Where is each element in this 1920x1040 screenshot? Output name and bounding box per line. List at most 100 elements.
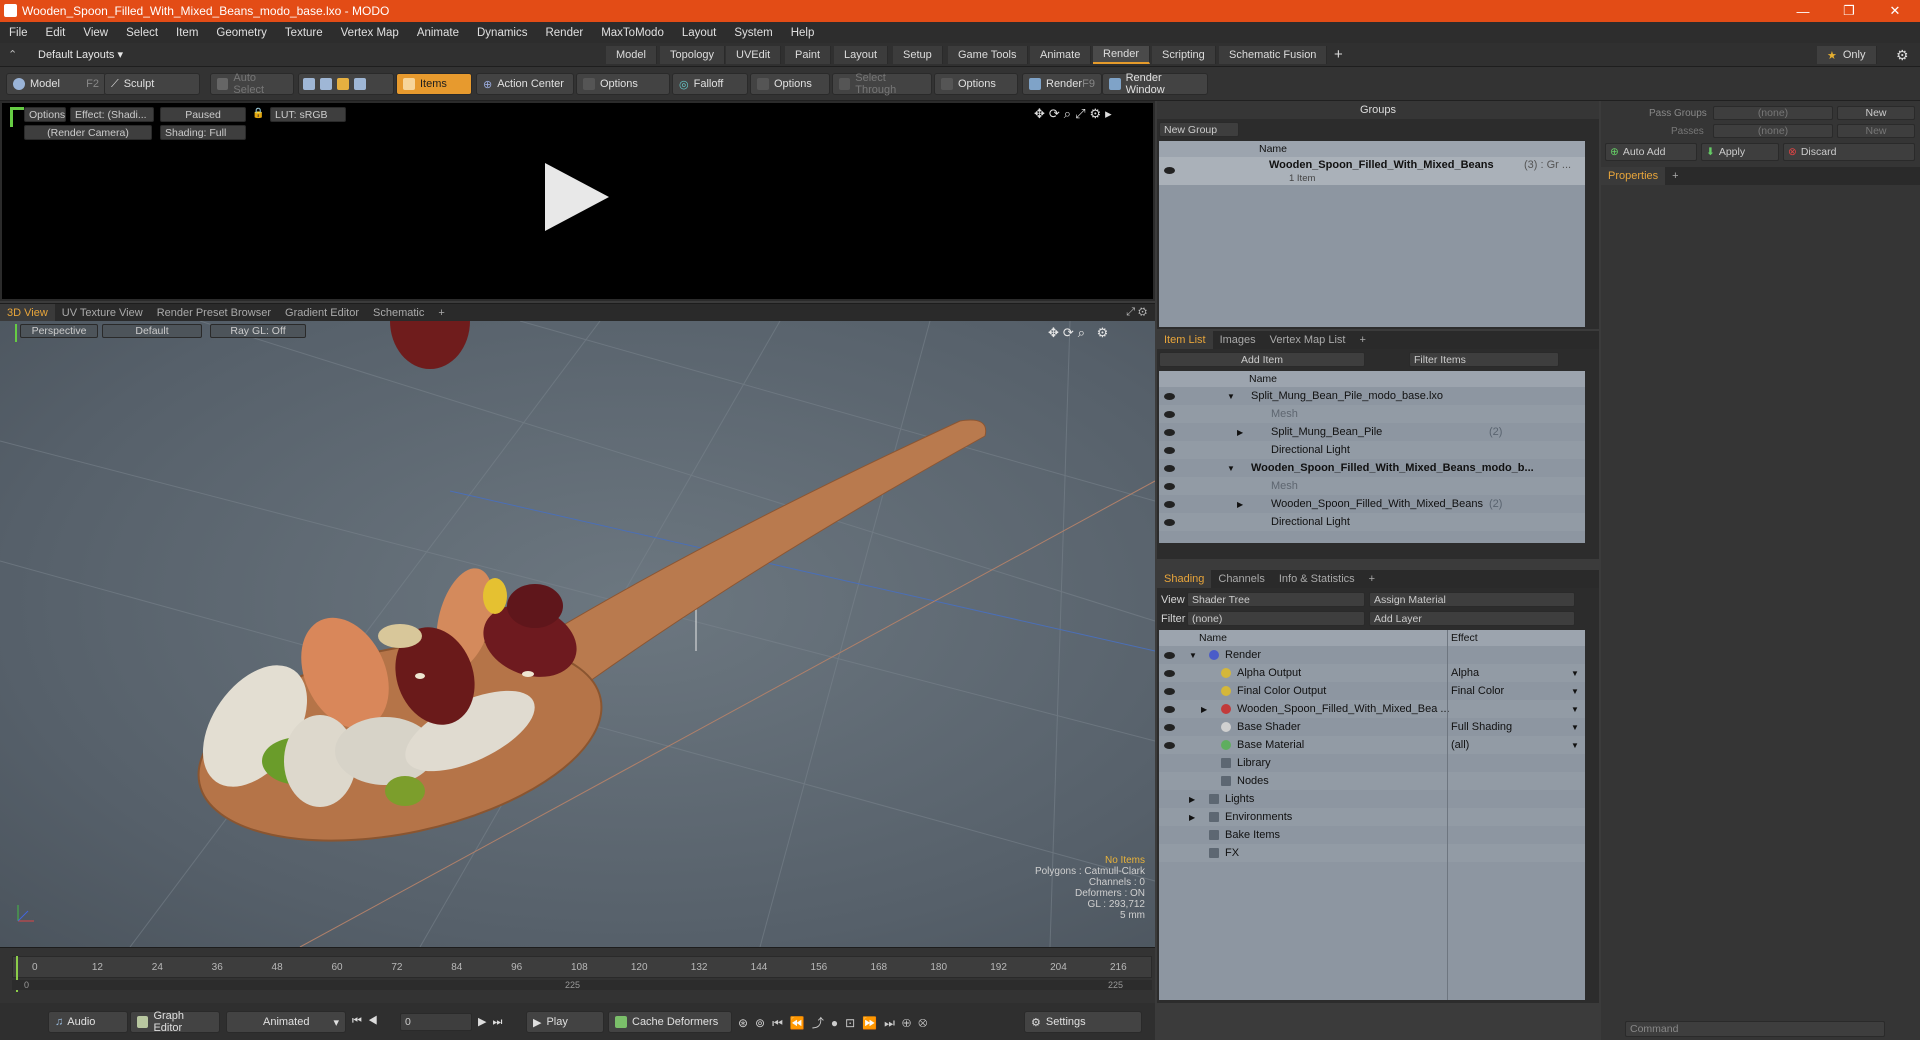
audio-button[interactable]: ♫ Audio [48,1011,128,1033]
add-tab-icon[interactable]: + [1352,331,1372,349]
key-tools-icons[interactable]: ⊛⊚⏮⏪⤴●⊡⏩⏭⊕⊗ [738,1014,934,1031]
shader-tree-row[interactable]: ▶ Lights [1159,790,1585,808]
tab-shading[interactable]: Shading [1157,570,1212,588]
discard-button[interactable]: ⊗ Discard [1783,143,1915,161]
menu-animate[interactable]: Animate [417,27,459,39]
settings-button[interactable]: ⚙ Settings [1024,1011,1142,1033]
tab-info-statistics[interactable]: Info & Statistics [1272,570,1362,588]
shader-tree-row[interactable]: Final Color Output Final Color ▼ [1159,682,1585,700]
shader-tree-row[interactable]: ▶ Environments [1159,808,1585,826]
menu-geometry[interactable]: Geometry [216,27,267,39]
tab-render[interactable]: Render [1093,46,1151,64]
eye-icon[interactable] [1164,465,1175,472]
tab-paint[interactable]: Paint [785,46,832,64]
sculpt-button[interactable]: ⟋ Sculpt [104,73,200,95]
render-options-button[interactable]: Options [24,107,66,122]
menu-select[interactable]: Select [126,27,158,39]
eye-icon[interactable] [1164,483,1175,490]
add-tab-icon[interactable]: + [1334,46,1343,63]
expand-arrow-icon[interactable]: ▶ [1201,705,1207,714]
menu-view[interactable]: View [83,27,108,39]
tab-vertex-map-list[interactable]: Vertex Map List [1263,331,1353,349]
perspective-dropdown[interactable]: Perspective [20,324,98,338]
tab-schematic-fusion[interactable]: Schematic Fusion [1219,46,1328,64]
new-pass-group-button[interactable]: New [1837,106,1915,120]
restore-icon[interactable]: ❐ [1826,0,1872,22]
new-pass-button[interactable]: New [1837,124,1915,138]
eye-icon[interactable] [1164,706,1175,713]
gear-icon[interactable]: ⚙ [1896,47,1909,64]
layout-menu-icon[interactable]: ⌃ [8,48,20,61]
animated-dropdown[interactable]: Animated ▾ [226,1011,346,1033]
shader-effect-value[interactable]: Final Color [1451,685,1504,697]
shader-tree-row[interactable]: ▼ Render [1159,646,1585,664]
item-list-row[interactable]: Mesh [1159,405,1585,423]
tab-topology[interactable]: Topology [660,46,726,64]
render-button[interactable]: Render F9 [1022,73,1102,95]
tab-properties[interactable]: Properties [1601,167,1666,185]
eye-icon[interactable] [1164,519,1175,526]
viewport-nav-icons[interactable]: ✥⟳⌕ ⚙ [1048,325,1112,341]
tab-gradient-editor[interactable]: Gradient Editor [278,304,366,322]
polygon-mode-icon[interactable] [337,78,349,90]
shader-tree-row[interactable]: Base Material (all) ▼ [1159,736,1585,754]
expand-arrow-icon[interactable]: ▼ [1227,392,1235,401]
menu-dynamics[interactable]: Dynamics [477,27,527,39]
menu-texture[interactable]: Texture [285,27,323,39]
menu-item[interactable]: Item [176,27,198,39]
filter-items-input[interactable]: Filter Items [1409,352,1559,367]
items-mode-button[interactable]: Items [396,73,472,95]
shader-effect-value[interactable]: Full Shading [1451,721,1512,733]
eye-icon[interactable] [1164,652,1175,659]
shading-dropdown[interactable]: Shading: Full [160,125,246,140]
cache-deformers-button[interactable]: Cache Deformers [608,1011,732,1033]
groups-list[interactable]: Name Wooden_Spoon_Filled_With_Mixed_Bean… [1159,141,1585,327]
close-icon[interactable]: ✕ [1872,0,1918,22]
eye-icon[interactable] [1164,688,1175,695]
edge-mode-icon[interactable] [320,78,332,90]
select-through-button[interactable]: Select Through [832,72,932,96]
raygl-dropdown[interactable]: Ray GL: Off [210,324,306,338]
view-dropdown[interactable]: Shader Tree [1187,592,1365,607]
chevron-down-icon[interactable]: ▼ [1571,687,1579,696]
item-list-row[interactable]: ▼ Split_Mung_Bean_Pile_modo_base.lxo [1159,387,1585,405]
action-center-button[interactable]: ⊕ Action Center [476,73,574,95]
menu-vertex-map[interactable]: Vertex Map [341,27,399,39]
render-effect-dropdown[interactable]: Effect: (Shadi... [70,107,154,122]
menu-layout[interactable]: Layout [682,27,717,39]
tab-uv-texture-view[interactable]: UV Texture View [55,304,150,322]
item-list-row[interactable]: ▶ Split_Mung_Bean_Pile (2) [1159,423,1585,441]
auto-select-button[interactable]: Auto Select [210,72,294,96]
item-list-row[interactable]: ▶ Wooden_Spoon_Filled_With_Mixed_Beans (2) [1159,495,1585,513]
tab-schematic[interactable]: Schematic [366,304,431,322]
menu-file[interactable]: File [9,27,28,39]
shader-tree-row[interactable]: Alpha Output Alpha ▼ [1159,664,1585,682]
render-nav-icons[interactable]: ✥⟳⌕⤢⚙▸ [1034,106,1116,122]
shader-tree-row[interactable]: Library [1159,754,1585,772]
add-tab-icon[interactable]: + [1665,167,1685,185]
tab-game-tools[interactable]: Game Tools [948,46,1028,64]
action-center-options-button[interactable]: Options [576,73,670,95]
play-icon[interactable] [545,163,609,231]
expand-arrow-icon[interactable]: ▼ [1189,651,1197,660]
material-mode-icon[interactable] [354,78,366,90]
chevron-down-icon[interactable]: ▼ [1571,705,1579,714]
menu-maxtomodo[interactable]: MaxToModo [601,27,664,39]
falloff-button[interactable]: ◎ Falloff [672,73,748,95]
add-viewport-tab-icon[interactable]: + [431,304,451,322]
shader-tree-row[interactable]: ▶ Wooden_Spoon_Filled_With_Mixed_Bea ... ▼ [1159,700,1585,718]
tab-setup[interactable]: Setup [893,46,943,64]
eye-icon[interactable] [1164,501,1175,508]
render-window-button[interactable]: Render Window [1102,72,1208,96]
3d-viewport[interactable]: Perspective Default Ray GL: Off ✥⟳⌕ ⚙ No… [0,321,1155,947]
tab-item-list[interactable]: Item List [1157,331,1213,349]
passes-dropdown[interactable]: (none) [1713,124,1833,138]
vertex-mode-icon[interactable] [303,78,315,90]
skip-forward-icons[interactable]: ▶⏭ [478,1015,508,1029]
item-list-row[interactable]: Mesh [1159,477,1585,495]
eye-icon[interactable] [1164,447,1175,454]
eye-icon[interactable] [1164,411,1175,418]
tab-channels[interactable]: Channels [1211,570,1271,588]
default-dropdown[interactable]: Default [102,324,202,338]
lock-icon[interactable]: 🔒 [252,108,264,119]
